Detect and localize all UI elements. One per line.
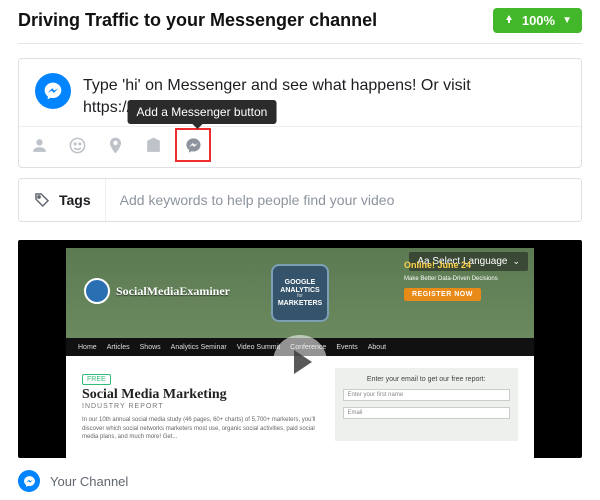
- nav-item[interactable]: Events: [336, 344, 357, 351]
- nav-item[interactable]: Home: [78, 344, 97, 351]
- play-button[interactable]: [273, 335, 327, 389]
- optin-box: Enter your email to get our free report:…: [335, 368, 519, 441]
- upload-progress-label: 100%: [522, 13, 555, 28]
- footer: Your Channel: [0, 462, 600, 500]
- free-tag: FREE: [82, 374, 111, 385]
- optin-name-field[interactable]: Enter your first name: [343, 389, 511, 401]
- promo-subtitle: Make Better Data-Driven Decisions: [404, 276, 498, 282]
- tags-input[interactable]: [106, 180, 581, 220]
- composer-toolbar: Add a Messenger button: [19, 126, 581, 167]
- composer-card: Type 'hi' on Messenger and see what happ…: [18, 58, 582, 168]
- messenger-button-tool[interactable]: Add a Messenger button: [175, 128, 211, 162]
- chevron-down-icon: ▼: [562, 15, 572, 26]
- nav-item[interactable]: Video Summit: [237, 344, 280, 351]
- tooltip: Add a Messenger button: [128, 100, 277, 124]
- optin-email-field[interactable]: Email: [343, 407, 511, 419]
- messenger-icon: [18, 470, 40, 492]
- promo-cta-button[interactable]: REGISTER NOW: [404, 288, 481, 301]
- upload-icon: [503, 15, 515, 27]
- tag-person-icon[interactable]: [29, 135, 49, 155]
- nav-item[interactable]: Analytics Seminar: [171, 344, 227, 351]
- nav-item[interactable]: Articles: [107, 344, 130, 351]
- location-icon[interactable]: [105, 135, 125, 155]
- poll-icon[interactable]: [143, 135, 163, 155]
- report-title: Social Media Marketing: [82, 387, 317, 403]
- channel-name[interactable]: Your Channel: [50, 474, 128, 489]
- optin-heading: Enter your email to get our free report:: [343, 376, 511, 383]
- site-logo-icon: [84, 278, 110, 304]
- video-preview[interactable]: Aa Select Language ⌄ SocialMediaExaminer…: [18, 240, 582, 458]
- emoji-icon[interactable]: [67, 135, 87, 155]
- messenger-icon: [35, 73, 71, 109]
- upload-progress[interactable]: 100% ▼: [493, 8, 582, 33]
- tags-label: Tags: [19, 179, 106, 221]
- tag-icon: [33, 191, 51, 209]
- page-title: Driving Traffic to your Messenger channe…: [18, 10, 377, 31]
- hero-promo: Online! June 24 Make Better Data-Driven …: [404, 260, 524, 301]
- nav-item[interactable]: About: [368, 344, 386, 351]
- site-brand: SocialMediaExaminer: [84, 278, 230, 304]
- tags-label-text: Tags: [59, 192, 91, 208]
- nav-item[interactable]: Shows: [140, 344, 161, 351]
- tags-row: Tags: [18, 178, 582, 222]
- hero-badge: GOOGLE ANALYTICS for MARKETERS: [271, 264, 329, 322]
- divider: [18, 43, 582, 44]
- messenger-small-icon: [183, 135, 203, 155]
- report-description: In our 10th annual social media study (4…: [82, 416, 317, 441]
- report-subtitle: INDUSTRY REPORT: [82, 403, 317, 410]
- promo-headline: Online! June 24: [404, 260, 471, 270]
- site-name: SocialMediaExaminer: [116, 284, 230, 299]
